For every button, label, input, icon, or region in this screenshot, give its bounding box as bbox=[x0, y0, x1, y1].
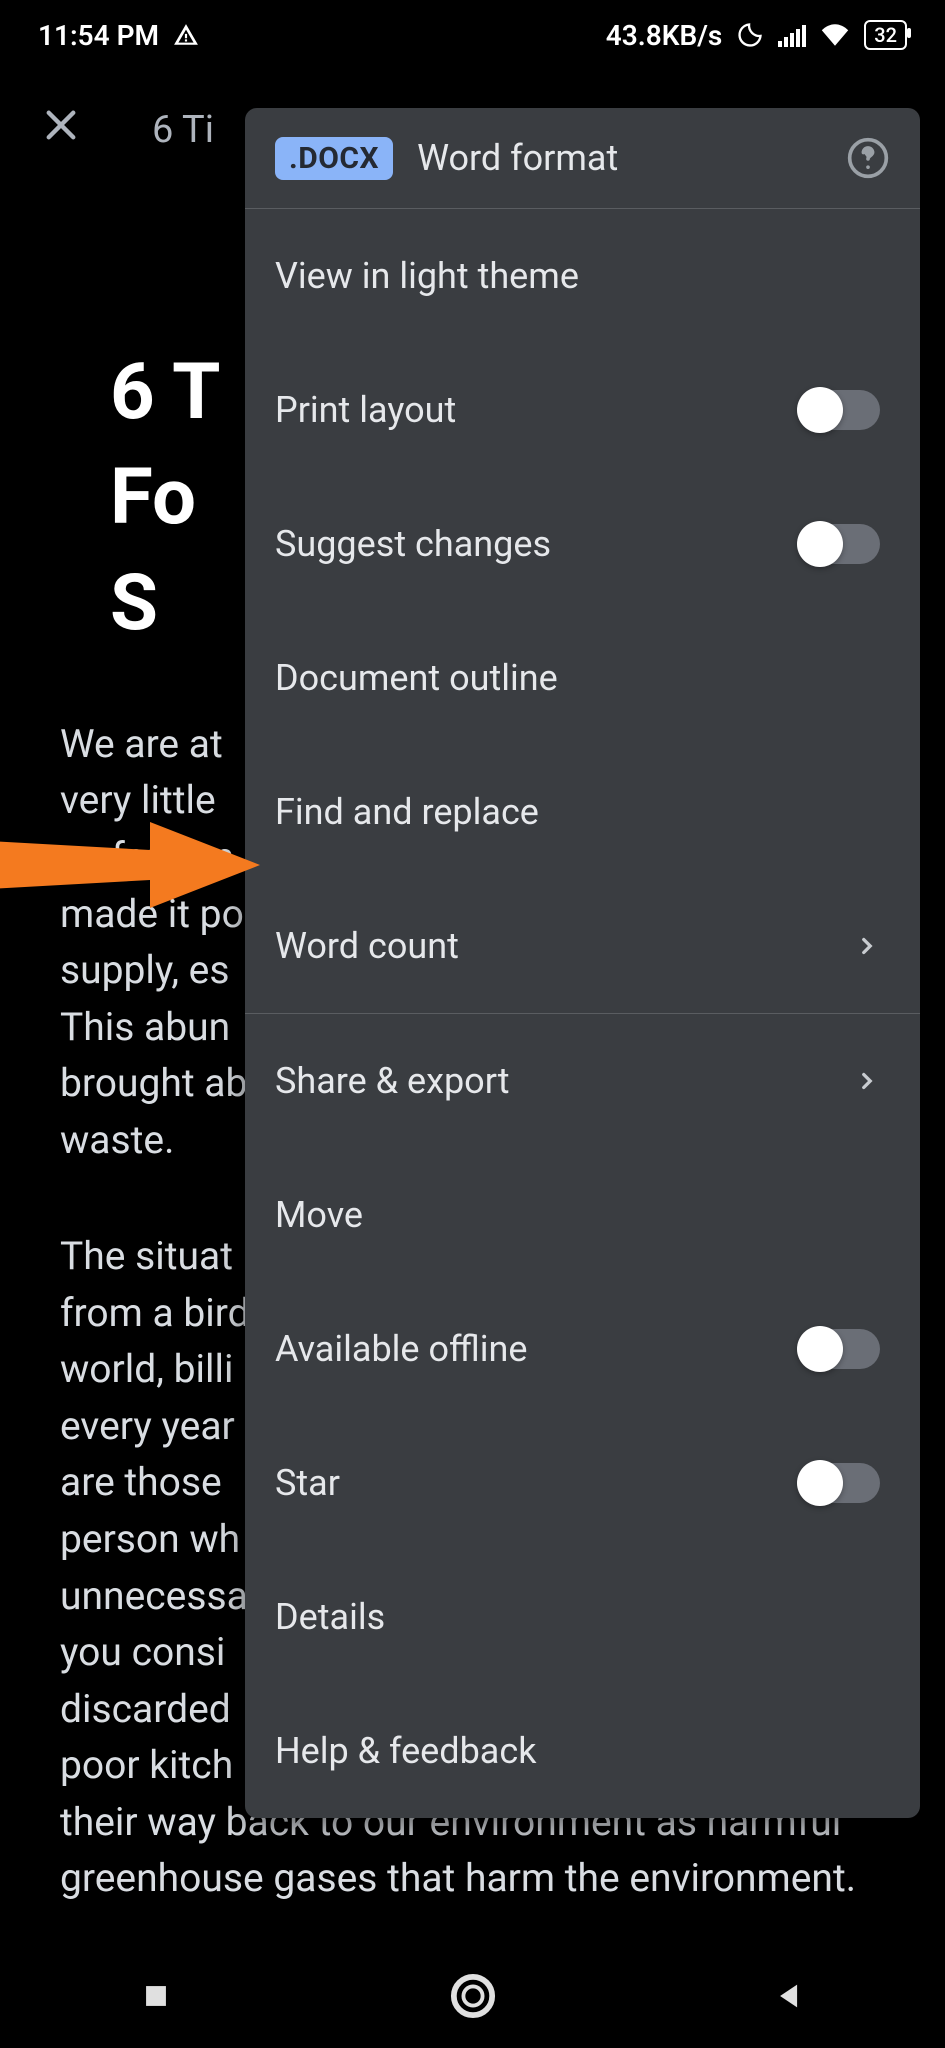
star-toggle[interactable] bbox=[800, 1463, 880, 1503]
docx-badge: .DOCX bbox=[275, 137, 393, 180]
menu-item-help-feedback[interactable]: Help & feedback bbox=[245, 1684, 920, 1818]
chevron-right-icon bbox=[854, 933, 880, 959]
status-time: 11:54 PM bbox=[38, 19, 159, 52]
wifi-icon bbox=[820, 23, 850, 47]
suggest-changes-toggle[interactable] bbox=[800, 524, 880, 564]
nav-recent-icon[interactable] bbox=[139, 1979, 173, 2017]
app-bar-title: 6 Ti bbox=[152, 108, 214, 152]
menu-item-label: Suggest changes bbox=[275, 523, 800, 565]
menu-item-label: View in light theme bbox=[275, 255, 880, 297]
status-bar: 11:54 PM 43.8KB/s 32 bbox=[0, 0, 945, 70]
close-icon[interactable] bbox=[40, 104, 82, 156]
menu-item-find-replace[interactable]: Find and replace bbox=[245, 745, 920, 879]
menu-item-label: Available offline bbox=[275, 1328, 800, 1370]
menu-item-available-offline[interactable]: Available offline bbox=[245, 1282, 920, 1416]
signal-icon bbox=[778, 23, 806, 47]
dnd-moon-icon bbox=[736, 21, 764, 49]
menu-header: .DOCX Word format bbox=[245, 108, 920, 209]
menu-item-label: Print layout bbox=[275, 389, 800, 431]
menu-item-details[interactable]: Details bbox=[245, 1550, 920, 1684]
menu-item-label: Move bbox=[275, 1194, 880, 1236]
menu-item-label: Details bbox=[275, 1596, 880, 1638]
menu-item-word-count[interactable]: Word count bbox=[245, 879, 920, 1013]
menu-item-label: Star bbox=[275, 1462, 800, 1504]
menu-item-move[interactable]: Move bbox=[245, 1148, 920, 1282]
menu-item-label: Document outline bbox=[275, 657, 880, 699]
menu-item-suggest-changes[interactable]: Suggest changes bbox=[245, 477, 920, 611]
print-layout-toggle[interactable] bbox=[800, 390, 880, 430]
menu-item-label: Share & export bbox=[275, 1060, 854, 1102]
menu-item-document-outline[interactable]: Document outline bbox=[245, 611, 920, 745]
system-nav-bar bbox=[0, 1948, 945, 2048]
nav-back-icon[interactable] bbox=[773, 1979, 807, 2017]
chevron-right-icon bbox=[854, 1068, 880, 1094]
menu-item-label: Find and replace bbox=[275, 791, 880, 833]
available-offline-toggle[interactable] bbox=[800, 1329, 880, 1369]
menu-item-star[interactable]: Star bbox=[245, 1416, 920, 1550]
help-icon[interactable] bbox=[846, 136, 890, 180]
nav-home-icon[interactable] bbox=[450, 1973, 496, 2023]
data-rate: 43.8KB/s bbox=[606, 19, 723, 52]
menu-item-label: Word count bbox=[275, 925, 854, 967]
overflow-menu: .DOCX Word format View in light theme Pr… bbox=[245, 108, 920, 1818]
battery-indicator: 32 bbox=[864, 20, 907, 50]
menu-header-title: Word format bbox=[417, 137, 822, 179]
menu-item-share-export[interactable]: Share & export bbox=[245, 1014, 920, 1148]
menu-item-print-layout[interactable]: Print layout bbox=[245, 343, 920, 477]
menu-item-label: Help & feedback bbox=[275, 1730, 880, 1772]
menu-item-view-theme[interactable]: View in light theme bbox=[245, 209, 920, 343]
warning-icon bbox=[173, 22, 199, 48]
